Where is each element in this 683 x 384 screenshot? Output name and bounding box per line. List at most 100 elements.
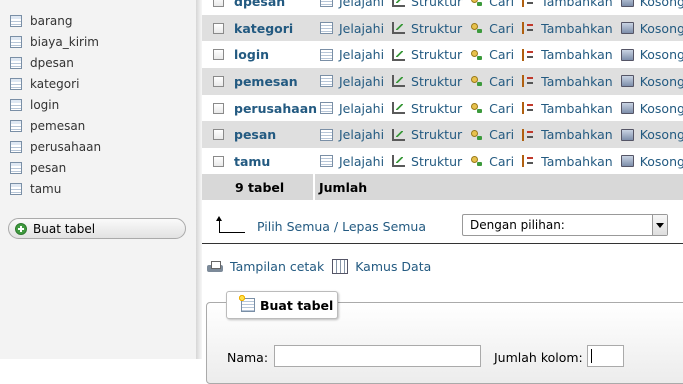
search-link[interactable]: Cari	[470, 21, 514, 36]
insert-link[interactable]: Tambahkan	[522, 74, 613, 89]
sidebar-table-list: barang biaya_kirim dpesan kategori login…	[10, 10, 101, 199]
row-checkbox[interactable]	[212, 129, 224, 141]
browse-label: Jelajahi	[339, 20, 385, 36]
chevron-down-icon[interactable]	[652, 215, 667, 235]
sidebar-item-label[interactable]: barang	[30, 14, 72, 28]
insert-link[interactable]: Tambahkan	[522, 21, 613, 36]
insert-link[interactable]: Tambahkan	[522, 127, 613, 142]
row-checkbox[interactable]	[212, 155, 224, 167]
table-icon[interactable]	[10, 119, 22, 132]
browse-link[interactable]: Jelajahi	[320, 154, 384, 169]
table-icon[interactable]	[10, 140, 22, 153]
insert-link[interactable]: Tambahkan	[522, 47, 613, 62]
table-name-link[interactable]: perusahaan	[234, 101, 317, 116]
with-selected-dropdown[interactable]: Dengan pilihan:	[462, 214, 668, 236]
browse-link[interactable]: Jelajahi	[320, 21, 384, 36]
insert-link[interactable]: Tambahkan	[522, 101, 613, 116]
table-icon[interactable]	[10, 56, 22, 69]
search-icon	[470, 22, 483, 34]
structure-link[interactable]: Struktur	[392, 127, 462, 142]
row-checkbox[interactable]	[212, 102, 224, 114]
search-link[interactable]: Cari	[470, 47, 514, 62]
browse-link[interactable]: Jelajahi	[320, 74, 384, 89]
browse-link[interactable]: Jelajahi	[320, 47, 384, 62]
table-icon[interactable]	[10, 98, 22, 111]
row-checkbox[interactable]	[212, 0, 224, 7]
browse-link[interactable]: Jelajahi	[320, 127, 384, 142]
table-icon[interactable]	[10, 35, 22, 48]
sidebar-item-perusahaan[interactable]: perusahaan	[10, 136, 101, 157]
insert-label: Tambahkan	[541, 127, 613, 143]
sidebar-item-barang[interactable]: barang	[10, 10, 101, 31]
table-list-footer: 9 tabel Jumlah	[202, 174, 683, 200]
row-checkbox[interactable]	[212, 75, 224, 87]
bulk-select-bar: Pilih Semua / Lepas Semua Dengan pilihan…	[202, 210, 683, 244]
column-count-input[interactable]	[587, 345, 624, 367]
browse-label: Jelajahi	[339, 153, 385, 169]
sidebar-item-label[interactable]: kategori	[30, 77, 79, 91]
sidebar-item-label[interactable]: biaya_kirim	[30, 35, 99, 49]
create-table-button[interactable]: Buat tabel	[8, 218, 186, 239]
empty-link[interactable]: Kosongkan	[620, 154, 683, 169]
structure-link[interactable]: Struktur	[392, 74, 462, 89]
search-icon	[470, 49, 483, 61]
empty-link[interactable]: Kosongkan	[620, 74, 683, 89]
sidebar-item-pesan[interactable]: pesan	[10, 157, 101, 178]
sidebar-item-label[interactable]: perusahaan	[30, 140, 101, 154]
table-name-link[interactable]: login	[234, 47, 314, 62]
search-label: Cari	[489, 73, 515, 89]
sidebar-item-label[interactable]: tamu	[30, 182, 61, 196]
table-name-link[interactable]: kategori	[234, 21, 314, 36]
search-link[interactable]: Cari	[470, 127, 514, 142]
row-checkbox[interactable]	[212, 49, 224, 61]
table-name-link[interactable]: tamu	[234, 154, 314, 169]
sidebar-item-login[interactable]: login	[10, 94, 101, 115]
empty-link[interactable]: Kosongkan	[620, 0, 683, 9]
print-view-link[interactable]: Tampilan cetak	[207, 259, 324, 274]
table-icon[interactable]	[10, 77, 22, 90]
browse-link[interactable]: Jelajahi	[320, 0, 384, 9]
structure-link[interactable]: Struktur	[392, 101, 462, 116]
table-name-link[interactable]: dpesan	[234, 0, 314, 9]
sidebar-item-dpesan[interactable]: dpesan	[10, 52, 101, 73]
table-icon[interactable]	[10, 14, 22, 27]
table-name-input[interactable]	[274, 345, 481, 367]
structure-link[interactable]: Struktur	[392, 47, 462, 62]
table-icon[interactable]	[10, 161, 22, 174]
search-link[interactable]: Cari	[470, 74, 514, 89]
search-link[interactable]: Cari	[470, 101, 514, 116]
sidebar-item-kategori[interactable]: kategori	[10, 73, 101, 94]
data-dictionary-link[interactable]: Kamus Data	[332, 259, 431, 274]
browse-icon	[320, 155, 333, 168]
empty-link[interactable]: Kosongkan	[620, 47, 683, 63]
browse-link[interactable]: Jelajahi	[320, 101, 384, 116]
sidebar-item-label[interactable]: pesan	[30, 161, 66, 175]
search-link[interactable]: Cari	[470, 0, 514, 9]
structure-link[interactable]: Struktur	[392, 154, 462, 169]
sidebar-item-biaya-kirim[interactable]: biaya_kirim	[10, 31, 101, 52]
table-name-link[interactable]: pesan	[234, 127, 314, 142]
sidebar-item-tamu[interactable]: tamu	[10, 178, 101, 199]
browse-icon	[320, 75, 333, 88]
empty-label: Kosongkan	[639, 47, 683, 63]
sidebar-item-label[interactable]: login	[30, 98, 59, 112]
table-icon[interactable]	[10, 182, 22, 195]
structure-label: Struktur	[411, 153, 463, 169]
empty-link[interactable]: Kosongkan	[620, 21, 683, 36]
insert-link[interactable]: Tambahkan	[522, 0, 613, 9]
insert-link[interactable]: Tambahkan	[522, 154, 613, 169]
navigation-sidebar: barang biaya_kirim dpesan kategori login…	[0, 0, 196, 359]
table-name-link[interactable]: pemesan	[234, 74, 314, 89]
sidebar-item-label[interactable]: pemesan	[30, 119, 85, 133]
sidebar-item-pemesan[interactable]: pemesan	[10, 115, 101, 136]
with-selected-value: Dengan pilihan:	[470, 218, 565, 232]
empty-link[interactable]: Kosongkan	[620, 101, 683, 116]
sidebar-item-label[interactable]: dpesan	[30, 56, 74, 70]
empty-link[interactable]: Kosongkan	[620, 127, 683, 142]
check-all-link[interactable]: Pilih Semua / Lepas Semua	[257, 219, 426, 234]
row-checkbox[interactable]	[212, 22, 224, 34]
structure-link[interactable]: Struktur	[392, 0, 462, 9]
search-link[interactable]: Cari	[470, 154, 514, 169]
data-dictionary-label: Kamus Data	[355, 259, 432, 274]
structure-link[interactable]: Struktur	[392, 21, 462, 36]
